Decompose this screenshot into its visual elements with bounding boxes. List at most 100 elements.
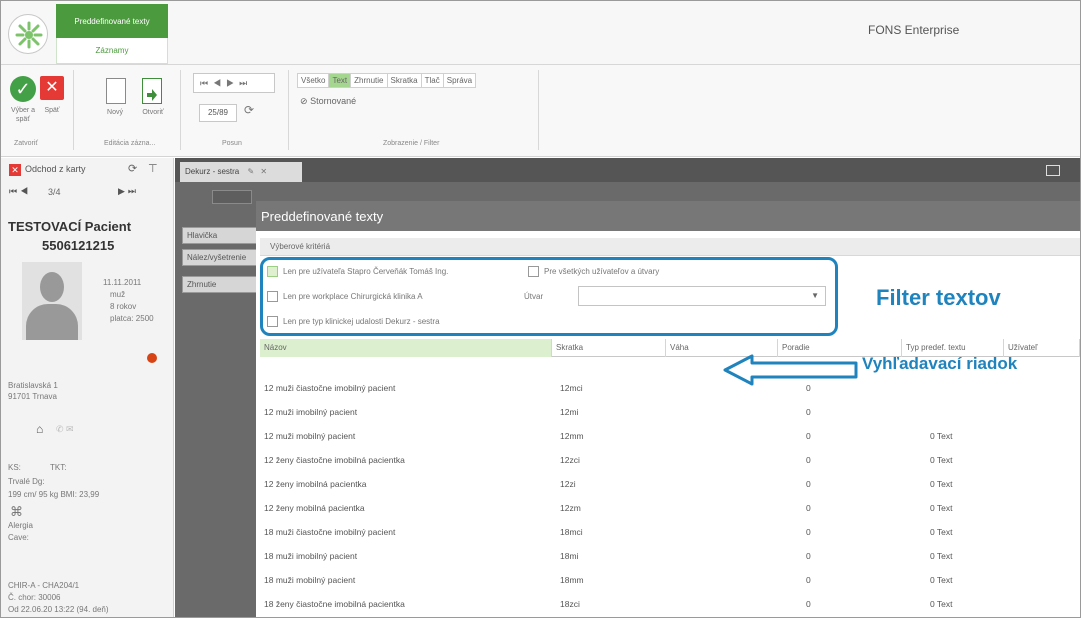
record-navigator[interactable]: ⏮◀▶⏭	[193, 73, 275, 93]
refresh-icon[interactable]: ⟳	[128, 162, 137, 175]
document-tab-label: Dekurz - sestra	[185, 167, 240, 176]
table-row[interactable]: 18 ženy čiastočne imobilná pacientka 18zc…	[260, 593, 1080, 616]
group-label-move: Posun	[222, 140, 242, 147]
table-row[interactable]: 12 ženy imobilná pacientka 12zi 0 0 Text	[260, 473, 1080, 496]
patient-navigator-next[interactable]: ▶⏭	[118, 186, 139, 197]
group-divider	[538, 70, 539, 150]
cancelled-toggle[interactable]: ⊘ Stornované	[300, 96, 356, 107]
page-counter: 25/89	[199, 104, 237, 122]
filter-tab-text[interactable]: Text	[328, 73, 352, 88]
patient-address-line2: 91701 Trnava	[8, 392, 57, 401]
row-type: 0 Text	[930, 455, 953, 465]
row-weight: 0	[806, 575, 811, 585]
table-row[interactable]: 18 muži imobilný pacient 18mi 0 0 Text	[260, 545, 1080, 568]
pin-icon[interactable]: ⊤	[148, 162, 158, 175]
document-tab-bar	[175, 158, 1080, 182]
table-row[interactable]: 18 muži čiastočne imobilný pacient 18mci 0…	[260, 521, 1080, 544]
filter-tab-all[interactable]: Všetko	[297, 73, 330, 88]
row-abbreviation: 12zci	[560, 455, 580, 465]
maximize-icon[interactable]	[1046, 165, 1060, 176]
new-document-icon[interactable]	[106, 78, 126, 104]
filter-tab-message[interactable]: Správa	[442, 73, 477, 88]
table-row[interactable]: 12 ženy mobilná pacientka 12zm 0 0 Text	[260, 497, 1080, 520]
group-divider	[73, 70, 74, 150]
ribbon-tab-predefined-texts[interactable]: Preddefinované texty	[56, 4, 168, 38]
status-indicator	[147, 353, 157, 363]
row-name: 18 muži čiastočne imobilný pacient	[264, 527, 396, 537]
filter-tab-abbreviation[interactable]: Skratka	[386, 73, 422, 88]
app-logo-icon[interactable]	[8, 14, 48, 54]
leave-card-button[interactable]: Odchod z karty	[25, 164, 86, 174]
column-header-name[interactable]: Názov	[260, 339, 552, 357]
row-weight: 0	[806, 503, 811, 513]
phone-icon[interactable]: ✆ ✉	[56, 424, 74, 435]
row-abbreviation: 12zi	[560, 479, 576, 489]
row-weight: 0	[806, 455, 811, 465]
row-type: 0 Text	[930, 599, 953, 609]
dialog-title: Preddefinované texty	[256, 201, 1080, 231]
document-toolbar	[212, 190, 252, 204]
row-type: 0 Text	[930, 575, 953, 585]
row-abbreviation: 18mm	[560, 575, 584, 585]
selection-criteria-header[interactable]: Výberové kritériá	[260, 238, 1080, 256]
open-document-icon[interactable]	[142, 78, 162, 104]
back-button[interactable]: ✕	[40, 76, 64, 100]
group-divider	[180, 70, 181, 150]
table-row[interactable]: 12 muži mobilný pacient 12mm 0 0 Text	[260, 425, 1080, 448]
permanent-dg: Trvalé Dg:	[8, 477, 45, 486]
patient-age: 8 rokov	[110, 302, 137, 311]
row-abbreviation: 12zm	[560, 503, 581, 513]
allergy-label: Alergia	[8, 521, 33, 530]
patient-record-counter: 3/4	[48, 187, 61, 197]
group-label-editing: Editácia zázna...	[104, 140, 156, 147]
patient-address-line1: Bratislavská 1	[8, 381, 58, 390]
patient-department: CHIR-A - CHA204/1	[8, 581, 80, 590]
refresh-icon[interactable]: ⟳	[244, 103, 254, 117]
patient-measurements: 199 cm/ 95 kg BMI: 23,99	[8, 490, 100, 499]
patient-birth-date: 11.11.2011	[103, 278, 142, 287]
row-weight: 0	[806, 551, 811, 561]
ks-label: KS:	[8, 463, 21, 472]
column-header-abbreviation[interactable]: Skratka	[552, 339, 666, 357]
filter-tab-print[interactable]: Tlač	[420, 73, 444, 88]
home-icon[interactable]: ⌂	[36, 422, 43, 436]
chart-icon[interactable]: ⌘	[10, 504, 23, 520]
patient-id: 5506121215	[42, 238, 115, 253]
tkt-label: TKT:	[50, 463, 67, 472]
leave-card-icon[interactable]: ✕	[9, 164, 21, 176]
row-type: 0 Text	[930, 479, 953, 489]
row-name: 12 muži mobilný pacient	[264, 431, 356, 441]
row-type: 0 Text	[930, 431, 953, 441]
patient-navigator[interactable]: ⏮◀	[9, 186, 31, 197]
patient-sex: muž	[110, 290, 126, 299]
row-name: 18 muži mobilný pacient	[264, 575, 356, 585]
row-type: 0 Text	[930, 551, 953, 561]
app-title: FONS Enterprise	[868, 23, 960, 37]
row-type: 0 Text	[930, 503, 953, 513]
filter-tab-summary[interactable]: Zhrnutie	[350, 73, 388, 88]
cancelled-label: Stornované	[310, 96, 357, 106]
row-name: 18 ženy čiastočne imobilná pacientka	[264, 599, 405, 609]
ribbon-subtab-records[interactable]: Záznamy	[56, 38, 168, 64]
group-label-display-filter: Zobrazenie / Filter	[383, 140, 440, 147]
row-abbreviation: 18mi	[560, 551, 579, 561]
row-name: 12 muži čiastočne imobilný pacient	[264, 383, 396, 393]
select-back-label: Výber a späť	[10, 107, 36, 123]
table-row[interactable]: 12 muži imobilný pacient 12mi 0	[260, 401, 1080, 424]
row-weight: 0	[806, 383, 811, 393]
row-abbreviation: 12mci	[560, 383, 583, 393]
row-abbreviation: 18mci	[560, 527, 583, 537]
cancelled-icon: ⊘	[300, 96, 308, 106]
close-icon[interactable]: ✕	[260, 167, 267, 176]
table-row[interactable]: 12 ženy čiastočne imobilná pacientka 12zc…	[260, 449, 1080, 472]
new-label: Nový	[107, 109, 123, 116]
row-weight: 0	[806, 479, 811, 489]
row-name: 12 ženy mobilná pacientka	[264, 503, 365, 513]
table-row[interactable]: 12 muži čiastočne imobilný pacient 12mci 0	[260, 377, 1080, 400]
row-weight: 0	[806, 599, 811, 609]
filter-annotation-label: Filter textov	[876, 285, 1001, 310]
back-label: Späť	[44, 107, 60, 114]
select-back-button[interactable]: ✓	[10, 76, 36, 102]
document-tab[interactable]: Dekurz - sestra ✎ ✕	[180, 162, 302, 182]
table-row[interactable]: 18 muži mobilný pacient 18mm 0 0 Text	[260, 569, 1080, 592]
